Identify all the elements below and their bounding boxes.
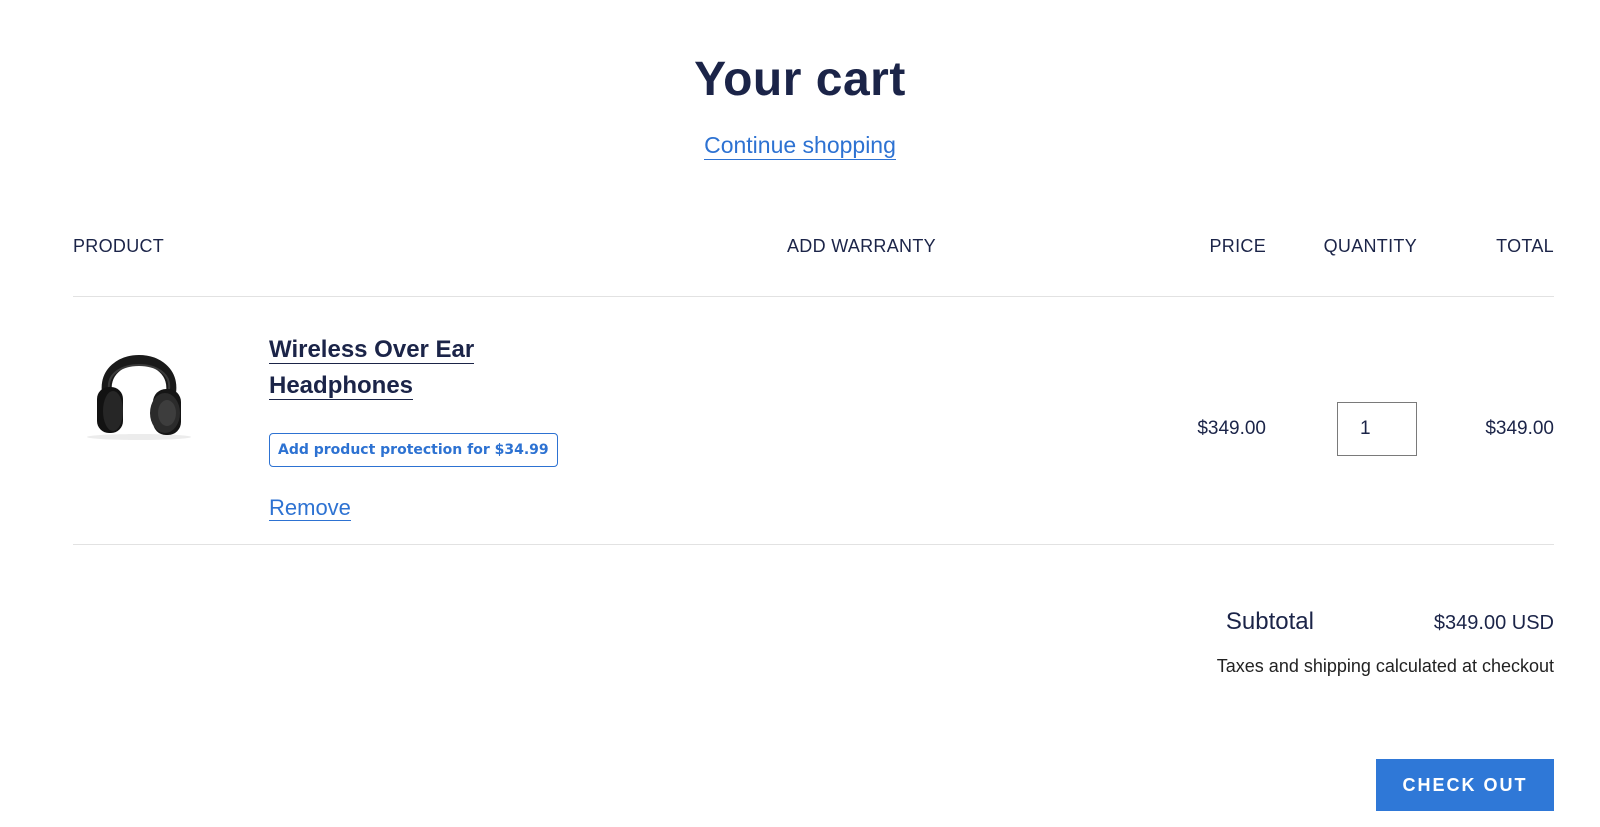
cart-page: Your cart Continue shopping PRODUCT ADD …: [0, 0, 1600, 827]
header-product: PRODUCT: [73, 236, 165, 256]
product-name[interactable]: Wireless Over Ear Headphones: [269, 336, 475, 400]
subtotal-label: Subtotal: [1225, 608, 1314, 635]
continue-shopping-link[interactable]: Continue shopping: [704, 132, 896, 160]
checkout-button[interactable]: CHECK OUT: [1376, 759, 1554, 811]
remove-link[interactable]: Remove: [269, 496, 351, 521]
item-total: $349.00: [1485, 418, 1554, 439]
subtotal-value: $349.00 USD: [1433, 612, 1554, 634]
header-quantity: QUANTITY: [1323, 236, 1417, 256]
header-total: TOTAL: [1496, 236, 1554, 256]
item-price: $349.00: [1197, 418, 1266, 439]
page-title: Your cart: [694, 53, 906, 106]
row-divider: [73, 544, 1554, 545]
product-name-link[interactable]: Wireless Over Ear Headphones: [269, 332, 529, 404]
header-divider: [73, 296, 1554, 297]
cart-table-header: PRODUCT ADD WARRANTY PRICE QUANTITY TOTA…: [73, 236, 1554, 260]
header-price: PRICE: [1209, 236, 1266, 256]
header-add-warranty: ADD WARRANTY: [787, 236, 936, 256]
add-protection-button[interactable]: Add product protection for $34.99: [269, 433, 558, 467]
tax-shipping-note: Taxes and shipping calculated at checkou…: [1216, 656, 1554, 676]
quantity-input[interactable]: [1337, 402, 1417, 456]
headphones-image[interactable]: [81, 327, 197, 447]
continue-shopping-container: Continue shopping: [0, 132, 1600, 160]
cart-item-row: Wireless Over Ear Headphones Add product…: [73, 303, 1554, 556]
